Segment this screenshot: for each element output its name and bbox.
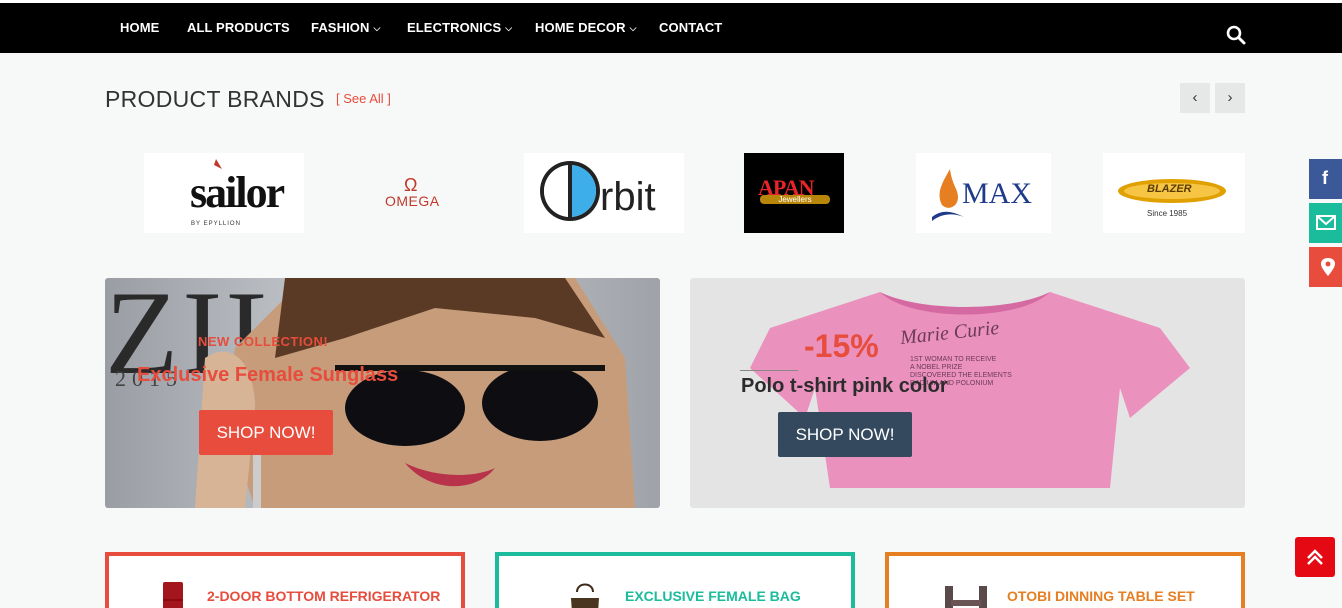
omega-logo-text: OMEGA (385, 193, 440, 209)
nav-fashion-label: FASHION (311, 20, 370, 35)
orbit-logo-text: rbit (600, 175, 656, 219)
search-icon[interactable] (1226, 25, 1246, 45)
chevron-left-icon: ‹ (1192, 89, 1198, 106)
email-icon (1316, 215, 1336, 230)
see-all-brands-link[interactable]: [ See All ] (336, 91, 391, 106)
chevron-down-icon: ⌵ (373, 23, 381, 33)
facebook-icon: f (1322, 168, 1328, 188)
back-to-top-button[interactable] (1295, 537, 1335, 577)
sailor-logo-text: sailor (190, 168, 285, 217)
brands-next-button[interactable]: › (1215, 83, 1245, 113)
nav-all-products-label: ALL PRODUCTS (187, 20, 290, 35)
orbit-logo-graphic (540, 161, 600, 221)
sailor-logo-subtext: BY EPYLLION (191, 221, 241, 227)
promo-banner-sunglass[interactable]: ZILKA 2015 NEW COLLECTION! Exclusive Fem… (105, 278, 660, 508)
banner-title: Exclusive Female Sunglass (137, 364, 399, 386)
shop-now-button-tshirt[interactable]: SHOP NOW! (778, 412, 912, 457)
refrigerator-image (163, 582, 183, 608)
model-photo (195, 278, 635, 508)
brand-logo-blazer[interactable]: BLAZER Since 1985 (1103, 153, 1245, 233)
discount-badge: -15% (804, 328, 879, 364)
bag-image (571, 583, 599, 608)
chevron-right-icon: › (1227, 89, 1233, 106)
blazer-logo-subtext: Since 1985 (1147, 209, 1188, 218)
tshirt-print-line: A NOBEL PRIZE (910, 364, 963, 371)
category-card-title: EXCLUSIVE FEMALE BAG (625, 588, 801, 604)
category-card-refrigerator[interactable]: 2-DOOR BOTTOM REFRIGERATOR (105, 552, 465, 608)
nav-home[interactable]: HOME (120, 20, 159, 35)
email-share-button[interactable] (1309, 203, 1342, 243)
dining-table-image (945, 586, 987, 608)
nav-fashion[interactable]: FASHION ⌵ (311, 20, 380, 35)
nav-electronics-label: ELECTRONICS (407, 20, 502, 35)
category-card-title: 2-DOOR BOTTOM REFRIGERATOR (207, 588, 441, 604)
back-to-top-icon (1307, 549, 1323, 565)
divider (740, 370, 798, 371)
brand-logo-max[interactable]: MAX (916, 153, 1051, 233)
nav-electronics[interactable]: ELECTRONICS ⌵ (407, 20, 512, 35)
blazer-logo-text: BLAZER (1147, 183, 1192, 195)
nav-all-products[interactable]: ALL PRODUCTS (187, 20, 290, 35)
category-card-title: OTOBI DINNING TABLE SET (1007, 588, 1195, 604)
nav-home-decor[interactable]: HOME DECOR ⌵ (535, 20, 637, 35)
nav-contact[interactable]: CONTACT (659, 20, 722, 35)
chevron-down-icon: ⌵ (629, 23, 637, 33)
category-card-dining-table[interactable]: OTOBI DINNING TABLE SET (885, 552, 1245, 608)
brand-logo-sailor[interactable]: sailor BY EPYLLION (144, 153, 304, 233)
apan-logo-subtext: Jewellers (760, 195, 830, 204)
brand-logo-apan[interactable]: APAN Jewellers (744, 153, 844, 233)
location-icon (1321, 258, 1335, 276)
facebook-share-button[interactable]: f (1309, 159, 1342, 199)
main-navbar: HOME ALL PRODUCTS FASHION ⌵ ELECTRONICS ⌵ … (0, 3, 1342, 53)
chevron-down-icon: ⌵ (505, 23, 513, 33)
brand-logo-orbit[interactable]: rbit (524, 153, 684, 233)
brands-prev-button[interactable]: ‹ (1180, 83, 1210, 113)
max-logo-text: MAX (962, 177, 1033, 210)
brand-logo-omega[interactable]: Ω OMEGA (334, 153, 494, 233)
category-card-bag[interactable]: EXCLUSIVE FEMALE BAG (495, 552, 855, 608)
tshirt-print-line: 1ST WOMAN TO RECEIVE (910, 356, 997, 363)
nav-home-label: HOME (120, 20, 160, 35)
location-button[interactable] (1309, 247, 1342, 287)
banner-title: Polo t-shirt pink color (741, 375, 948, 397)
promo-banner-tshirt[interactable]: Marie Curie 1ST WOMAN TO RECEIVE A NOBEL… (690, 278, 1245, 508)
shop-now-button-sunglass[interactable]: SHOP NOW! (199, 410, 333, 455)
nav-contact-label: CONTACT (659, 20, 723, 35)
nav-home-decor-label: HOME DECOR (535, 20, 626, 35)
section-title-product-brands: PRODUCT BRANDS (105, 86, 325, 112)
banner-kicker: NEW COLLECTION! (198, 334, 329, 349)
